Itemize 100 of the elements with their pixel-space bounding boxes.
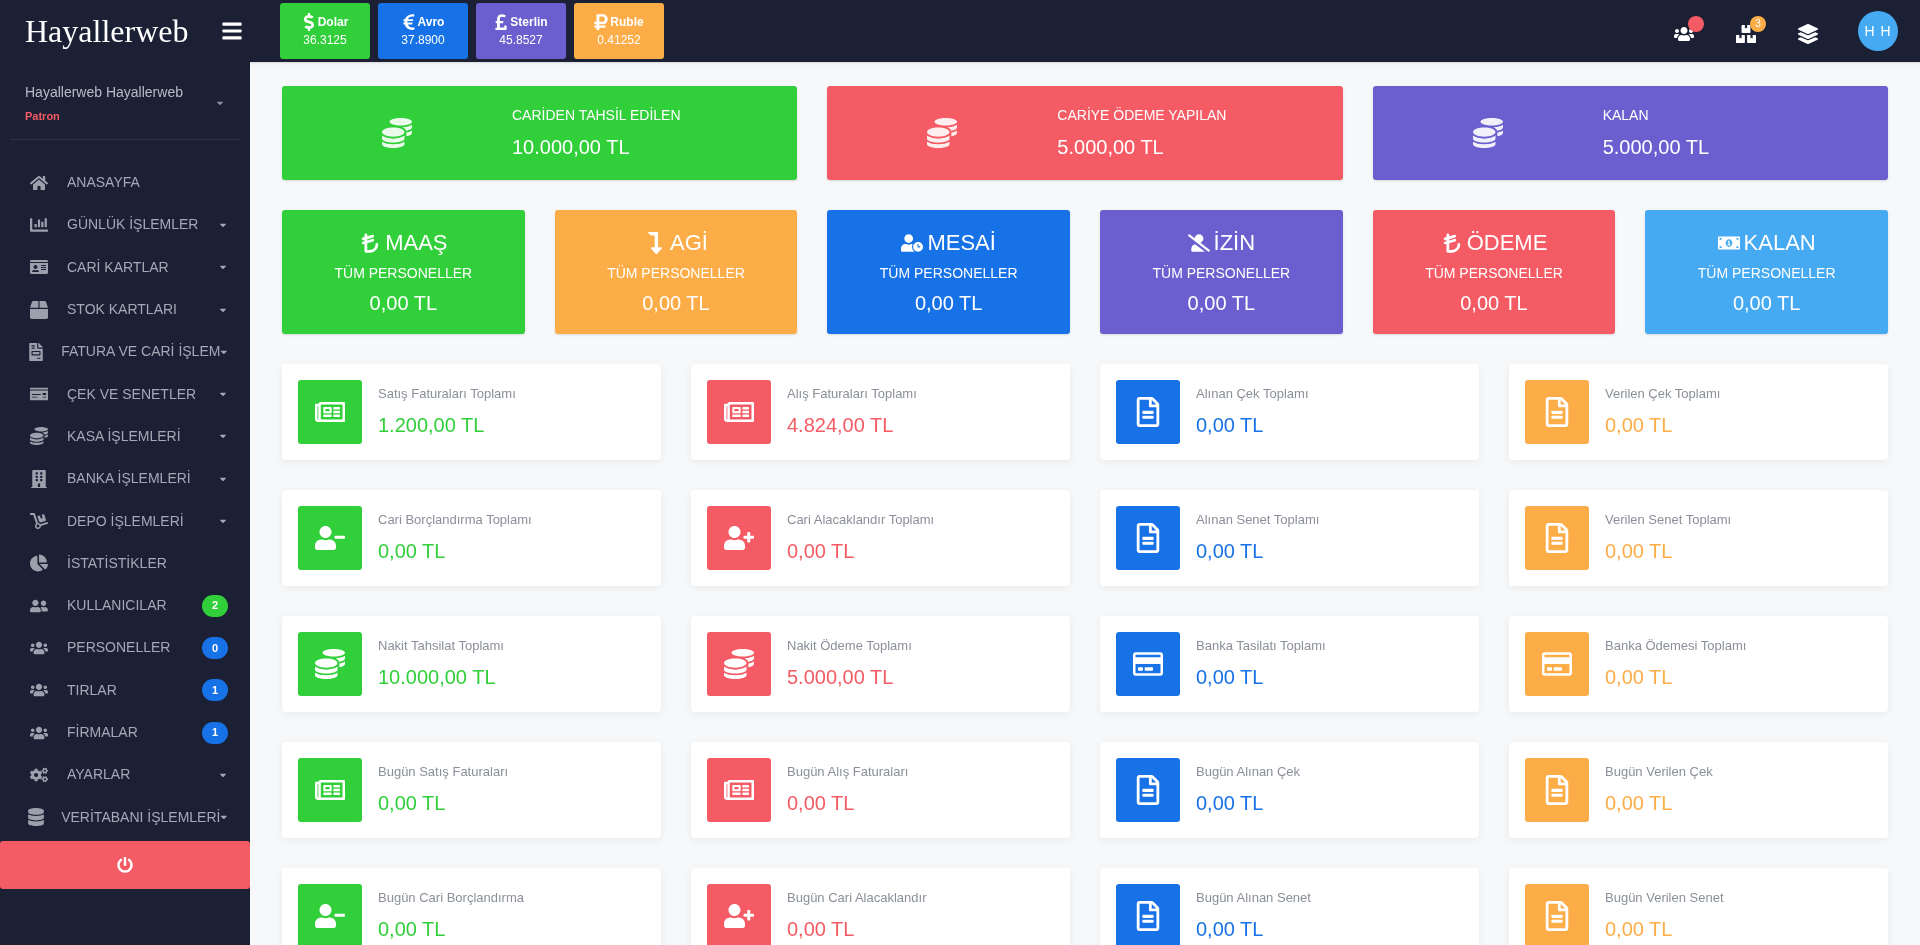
coins-icon <box>382 118 412 148</box>
personnel-title: AGİ <box>670 229 708 257</box>
stat-label: Banka Ödemesi Toplamı <box>1605 637 1747 656</box>
sidebar-item[interactable]: KULLANICILAR 2 <box>0 584 250 627</box>
user-minus-icon <box>315 901 345 931</box>
personnel-subtitle: TÜM PERSONELLER <box>1697 264 1836 283</box>
stat-label: Verilen Çek Toplamı <box>1605 385 1721 404</box>
stat-label: Alış Faturaları Toplamı <box>787 385 917 404</box>
stat-value: 0,00 TL <box>1196 538 1265 564</box>
pound-icon <box>494 13 509 31</box>
database-icon <box>27 808 46 827</box>
count-badge: 1 <box>202 679 228 702</box>
user-slash-icon <box>1187 231 1210 254</box>
stat-label: Bugün Verilen Senet <box>1605 889 1724 908</box>
personnel-value: 0,00 TL <box>1732 291 1801 316</box>
personnel-subtitle: TÜM PERSONELLER <box>607 264 745 283</box>
sidebar-item[interactable]: TIRLAR 1 <box>0 669 250 712</box>
stat-value: 10.000,00 TL <box>378 664 497 690</box>
sidebar-item[interactable]: BANKA İŞLEMLERİ <box>0 457 250 500</box>
sidebar-item[interactable]: KASA İŞLEMLERİ <box>0 415 250 458</box>
currency-rate-button[interactable]: Avro 37.8900 <box>378 3 468 59</box>
sidebar-item[interactable]: PERSONELLER 0 <box>0 626 250 670</box>
sidebar-item[interactable]: GÜNLÜK İŞLEMLER <box>0 203 250 247</box>
stat-value: 0,00 TL <box>1605 412 1674 438</box>
credit-card-icon <box>1133 649 1163 679</box>
id-card-icon <box>30 258 48 277</box>
ruble-icon <box>594 13 609 31</box>
currency-rate: 0.41252 <box>597 32 641 49</box>
stat-label: Cari Alacaklandır Toplamı <box>787 511 935 530</box>
stat-value: 0,00 TL <box>787 538 856 564</box>
stat-label: Banka Tasilatı Toplamı <box>1196 637 1326 656</box>
sidebar-item[interactable]: FATURA VE CARİ İŞLEM <box>0 330 250 373</box>
stat-value: 0,00 TL <box>1605 664 1674 690</box>
sidebar-item[interactable]: ANASAYFA <box>0 161 250 204</box>
personnel-value: 0,00 TL <box>642 291 710 316</box>
stat-label: Bugün Verilen Çek <box>1605 763 1713 782</box>
stat-value: 0,00 TL <box>378 538 447 564</box>
stat-label: Nakit Ödeme Toplamı <box>787 637 912 656</box>
user-clock-icon <box>901 231 924 254</box>
stat-value: 0,00 TL <box>1196 664 1265 690</box>
sidebar-item[interactable]: FİRMALAR 1 <box>0 711 250 754</box>
stat-label: Bugün Alış Faturaları <box>787 763 909 782</box>
summary-value: 5.000,00 TL <box>1057 134 1165 160</box>
user-plus-icon <box>724 901 754 931</box>
stat-value: 0,00 TL <box>378 916 447 942</box>
personnel-subtitle: TÜM PERSONELLER <box>334 264 473 283</box>
sidebar-item[interactable]: İSTATİSTİKLER <box>0 542 250 585</box>
personnel-subtitle: TÜM PERSONELLER <box>879 264 1018 283</box>
stat-value: 0,00 TL <box>378 790 447 816</box>
personnel-title: KALAN <box>1743 229 1816 257</box>
currency-name: Avro <box>417 14 445 31</box>
sidebar-item[interactable]: VERİTABANI İŞLEMLERİ <box>0 795 250 839</box>
sidebar-item[interactable]: STOK KARTLARI <box>0 288 250 331</box>
home-icon <box>30 173 48 192</box>
stat-value: 0,00 TL <box>787 916 856 942</box>
stat-label: Satış Faturaları Toplamı <box>378 385 516 404</box>
menu-button[interactable] <box>221 20 244 42</box>
stat-value: 0,00 TL <box>1196 916 1265 942</box>
brand-logo[interactable]: Hayallerweb <box>25 7 189 55</box>
sidebar-item[interactable]: DEPO İŞLEMLERİ <box>0 499 250 543</box>
personnel-title: MAAŞ <box>385 229 448 257</box>
stat-label: Cari Borçlandırma Toplamı <box>378 511 532 530</box>
stat-label: Bugün Alınan Senet <box>1196 889 1311 908</box>
logout-button[interactable] <box>0 841 250 890</box>
stat-label: Alınan Çek Toplamı <box>1196 385 1309 404</box>
stat-value: 0,00 TL <box>1196 790 1265 816</box>
menu-icon <box>221 20 244 42</box>
user-name[interactable]: Hayallerweb Hayallerweb <box>25 82 215 103</box>
file-icon <box>27 342 46 361</box>
currency-name: Ruble <box>610 14 644 31</box>
pie-chart-icon <box>30 554 48 573</box>
summary-title: KALAN <box>1602 105 1650 125</box>
personnel-value: 0,00 TL <box>369 291 438 316</box>
stat-value: 0,00 TL <box>1605 916 1674 942</box>
stat-value: 0,00 TL <box>1605 538 1674 564</box>
sidebar-item[interactable]: CARİ KARTLAR <box>0 246 250 289</box>
sidebar-item[interactable]: AYARLAR <box>0 753 250 796</box>
user-role: Patron <box>25 109 61 124</box>
personnel-subtitle: TÜM PERSONELLER <box>1425 264 1563 283</box>
summary-value: 10.000,00 TL <box>512 134 631 160</box>
stat-label: Bugün Cari Borçlandırma <box>378 889 524 908</box>
sidebar-item[interactable]: ÇEK VE SENETLER <box>0 373 250 416</box>
personnel-value: 0,00 TL <box>1460 291 1528 316</box>
coins-icon <box>724 649 754 679</box>
count-badge: 1 <box>202 721 228 744</box>
stat-value: 1.200,00 TL <box>378 412 486 438</box>
summary-value: 5.000,00 TL <box>1602 134 1710 160</box>
count-badge: 0 <box>202 636 228 659</box>
summary-title: CARİDEN TAHSİL EDİLEN <box>512 105 681 125</box>
user-minus-icon <box>315 523 345 553</box>
stat-value: 4.824,00 TL <box>787 412 895 438</box>
coins-icon <box>1472 118 1503 148</box>
currency-name: Dolar <box>317 14 349 31</box>
currency-rate-button[interactable]: Sterlin 45.8527 <box>476 3 566 59</box>
user-plus-icon <box>724 523 754 553</box>
currency-rate: 37.8900 <box>401 32 445 49</box>
personnel-value: 0,00 TL <box>914 291 983 316</box>
personnel-subtitle: TÜM PERSONELLER <box>1152 264 1291 283</box>
currency-rate: 45.8527 <box>499 32 543 49</box>
stat-label: Verilen Senet Toplamı <box>1605 511 1732 530</box>
